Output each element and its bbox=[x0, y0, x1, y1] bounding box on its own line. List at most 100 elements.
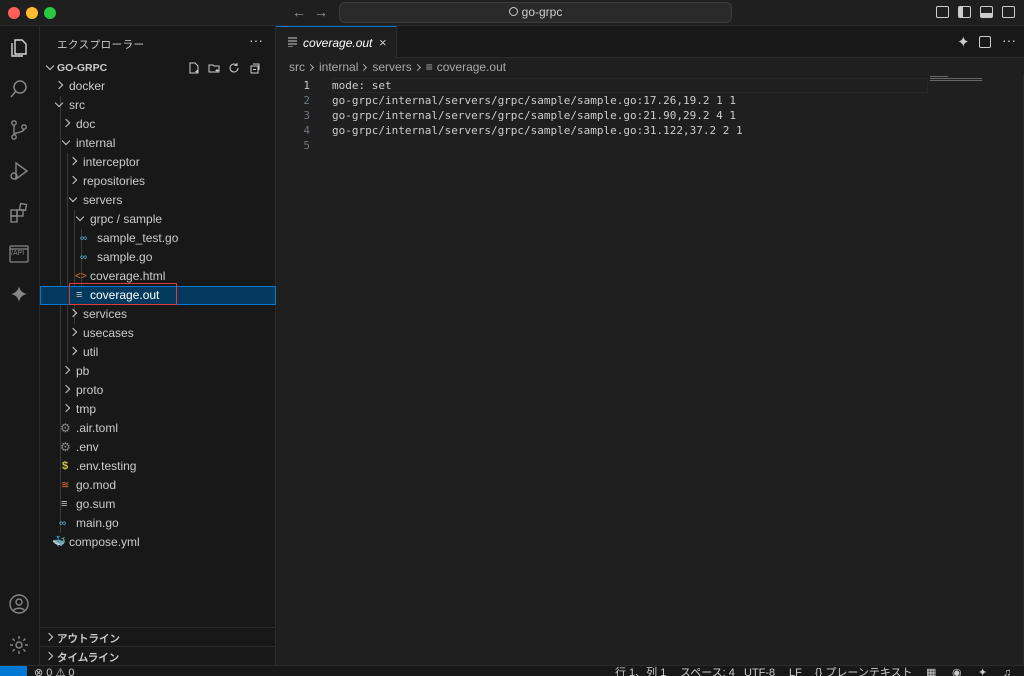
line-content[interactable]: mode: set bbox=[332, 78, 392, 93]
sparkle-icon[interactable]: ✦ bbox=[957, 33, 970, 51]
account-icon[interactable] bbox=[8, 593, 30, 615]
tree-item-label: doc bbox=[76, 117, 96, 131]
tree-folder-servers[interactable]: servers bbox=[40, 191, 276, 210]
minimap[interactable] bbox=[930, 76, 984, 82]
tree-file-go-mod[interactable]: ≋ go.mod bbox=[40, 476, 276, 495]
tree-file-go-sum[interactable]: ≡ go.sum bbox=[40, 495, 276, 514]
tree-file-sample-test-go[interactable]: ∞ sample_test.go bbox=[40, 229, 276, 248]
toggle-panel-icon[interactable] bbox=[980, 6, 993, 18]
close-tab-icon[interactable]: × bbox=[379, 35, 387, 50]
split-editor-icon[interactable] bbox=[979, 36, 991, 48]
code-line: 1 mode: set bbox=[276, 78, 1024, 93]
tree-file-air-toml[interactable]: ⚙ .air.toml bbox=[40, 419, 276, 438]
chevron-right-icon bbox=[68, 156, 78, 166]
line-number: 5 bbox=[303, 139, 310, 152]
line-content[interactable]: go-grpc/internal/servers/grpc/sample/sam… bbox=[332, 123, 743, 138]
line-content[interactable]: go-grpc/internal/servers/grpc/sample/sam… bbox=[332, 108, 736, 123]
go-file-icon: ∞ bbox=[59, 518, 67, 529]
toggle-primary-sidebar-icon[interactable] bbox=[958, 6, 971, 18]
tree-file-sample-go[interactable]: ∞ sample.go bbox=[40, 248, 276, 267]
eol-indicator[interactable]: LF bbox=[789, 668, 802, 676]
tree-item-label: go.sum bbox=[76, 497, 116, 511]
tree-item-label: .air.toml bbox=[76, 421, 119, 435]
bell-icon[interactable]: ♫ bbox=[1003, 668, 1011, 676]
code-line: 2 go-grpc/internal/servers/grpc/sample/s… bbox=[276, 93, 1024, 108]
search-icon[interactable] bbox=[8, 78, 30, 100]
tree-folder-repositories[interactable]: repositories bbox=[40, 172, 276, 191]
tree-folder-tmp[interactable]: tmp bbox=[40, 400, 276, 419]
line-number: 2 bbox=[303, 94, 310, 107]
tree-folder-proto[interactable]: proto bbox=[40, 381, 276, 400]
source-control-icon[interactable] bbox=[8, 119, 30, 141]
tree-folder-internal[interactable]: internal bbox=[40, 134, 276, 153]
problems-indicator[interactable]: ⊗ 0 ⚠ 0 bbox=[34, 668, 74, 676]
chevron-right-icon bbox=[68, 346, 78, 356]
outline-section-header[interactable]: アウトライン bbox=[40, 627, 276, 646]
tab-coverage-out[interactable]: coverage.out × bbox=[276, 26, 397, 58]
settings-gear-icon[interactable] bbox=[8, 634, 30, 656]
timeline-section-header[interactable]: タイムライン bbox=[40, 646, 276, 665]
tree-folder-docker[interactable]: docker bbox=[40, 77, 276, 96]
tree-file-compose-yml[interactable]: 🐳 compose.yml bbox=[40, 533, 276, 552]
tree-file-env-testing[interactable]: $ .env.testing bbox=[40, 457, 276, 476]
sparkle-icon[interactable]: ✦ bbox=[978, 668, 987, 676]
breadcrumb-item[interactable]: src bbox=[289, 60, 305, 74]
cursor-position[interactable]: 行 1、列 1 bbox=[615, 668, 666, 676]
tree-item-label: util bbox=[83, 345, 99, 359]
go-file-icon: ∞ bbox=[80, 252, 88, 263]
extensions-icon[interactable] bbox=[8, 202, 30, 224]
breadcrumb-item[interactable]: internal bbox=[319, 60, 358, 74]
layout-customize-icon[interactable] bbox=[936, 6, 949, 18]
more-actions-icon[interactable]: ··· bbox=[1002, 32, 1016, 48]
copilot-icon[interactable]: ◉ bbox=[952, 668, 962, 676]
tree-folder-usecases[interactable]: usecases bbox=[40, 324, 276, 343]
workspace-section-header[interactable]: GO-GRPC bbox=[40, 59, 276, 77]
back-arrow-icon[interactable]: ← bbox=[292, 4, 306, 20]
tree-item-label: usecases bbox=[83, 326, 134, 340]
sparkle-icon[interactable] bbox=[8, 284, 30, 306]
collapse-all-icon[interactable] bbox=[249, 62, 261, 74]
tree-folder-grpc-sample[interactable]: grpc / sample bbox=[40, 210, 276, 229]
breadcrumb-item[interactable]: servers bbox=[372, 60, 411, 74]
tree-file-main-go[interactable]: ∞ main.go bbox=[40, 514, 276, 533]
tree-item-label: sample_test.go bbox=[97, 231, 179, 245]
new-file-icon[interactable] bbox=[188, 62, 200, 74]
chevron-right-icon bbox=[68, 327, 78, 337]
run-debug-icon[interactable] bbox=[8, 160, 30, 182]
toggle-secondary-sidebar-icon[interactable] bbox=[1002, 6, 1015, 18]
line-content[interactable]: go-grpc/internal/servers/grpc/sample/sam… bbox=[332, 93, 736, 108]
api-icon[interactable]: /API bbox=[8, 243, 30, 265]
tree-folder-interceptor[interactable]: interceptor bbox=[40, 153, 276, 172]
remote-indicator-button[interactable] bbox=[0, 666, 27, 676]
encoding-indicator[interactable]: UTF-8 bbox=[744, 668, 775, 676]
breadcrumb-item[interactable]: coverage.out bbox=[437, 60, 506, 74]
chevron-right-icon bbox=[68, 175, 78, 185]
tree-file-env[interactable]: ⚙ .env bbox=[40, 438, 276, 457]
more-actions-icon[interactable]: ··· bbox=[249, 32, 263, 48]
tab-label: coverage.out bbox=[303, 36, 373, 50]
explorer-sidebar: エクスプローラー ··· GO-GRPC docker src doc inte… bbox=[40, 26, 276, 665]
forward-arrow-icon[interactable]: → bbox=[314, 4, 328, 20]
dollar-file-icon: $ bbox=[62, 460, 69, 472]
tree-folder-pb[interactable]: pb bbox=[40, 362, 276, 381]
indentation-indicator[interactable]: スペース: 4 bbox=[680, 668, 735, 676]
close-window-button[interactable] bbox=[8, 7, 20, 19]
tree-folder-util[interactable]: util bbox=[40, 343, 276, 362]
search-icon bbox=[508, 7, 518, 16]
breadcrumb: src internal servers ≡ coverage.out bbox=[289, 60, 506, 76]
command-center-search[interactable]: go-grpc bbox=[339, 2, 732, 23]
tree-folder-doc[interactable]: doc bbox=[40, 115, 276, 134]
tree-folder-src[interactable]: src bbox=[40, 96, 276, 115]
tree-folder-services[interactable]: services bbox=[40, 305, 276, 324]
maximize-window-button[interactable] bbox=[44, 7, 56, 19]
notifications-icon[interactable]: ▦ bbox=[926, 668, 936, 676]
minimize-window-button[interactable] bbox=[26, 7, 38, 19]
chevron-right-icon bbox=[68, 308, 78, 318]
tree-item-label: internal bbox=[76, 136, 116, 150]
refresh-icon[interactable] bbox=[228, 62, 240, 74]
explorer-icon[interactable] bbox=[8, 37, 30, 59]
gear-file-icon: ⚙ bbox=[60, 421, 71, 435]
language-mode-indicator[interactable]: {} プレーンテキスト bbox=[815, 668, 913, 676]
new-folder-icon[interactable] bbox=[208, 62, 220, 74]
tree-item-label: src bbox=[69, 98, 85, 112]
